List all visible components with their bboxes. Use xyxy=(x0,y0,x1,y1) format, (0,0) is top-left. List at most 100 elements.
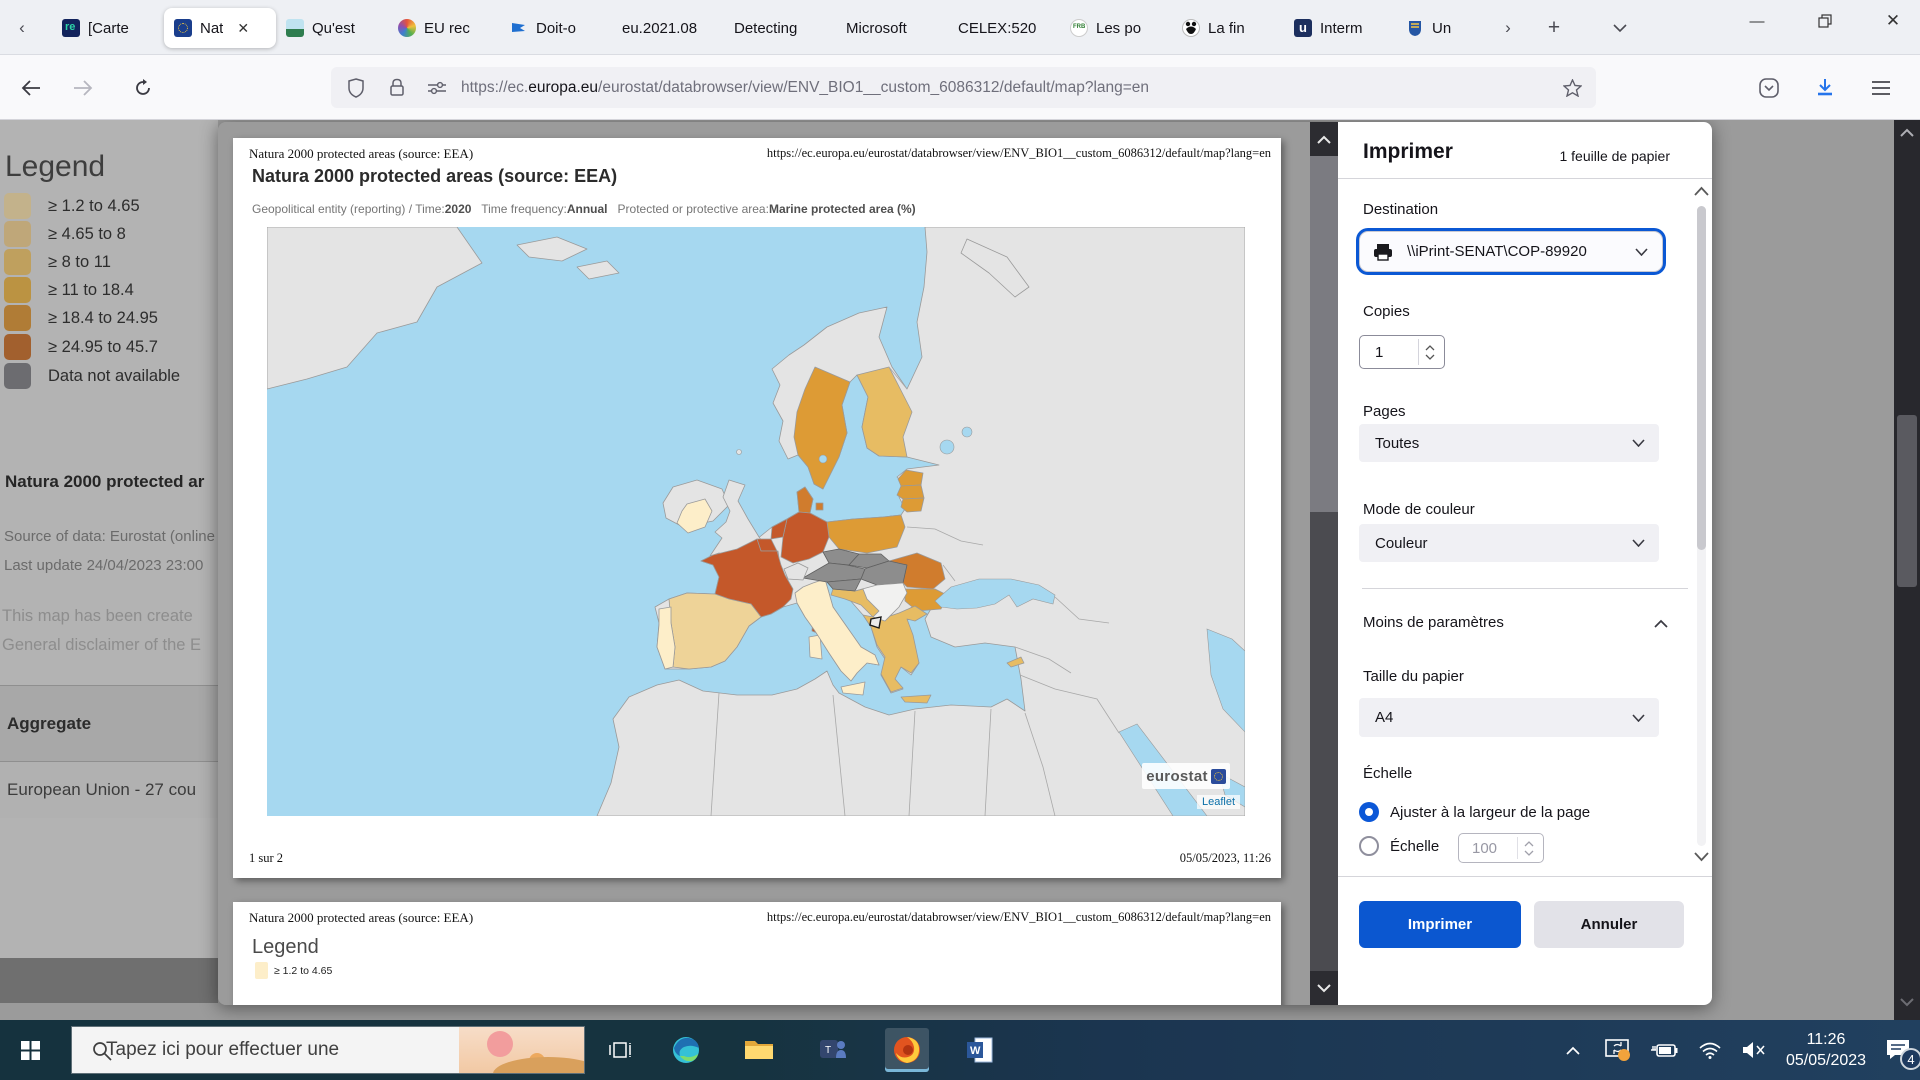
tab-un[interactable]: Un xyxy=(1396,8,1492,48)
paper-size-label: Taille du papier xyxy=(1363,668,1464,685)
taskbar-app-edge[interactable] xyxy=(664,1028,708,1072)
window-minimize-button[interactable]: — xyxy=(1734,0,1780,42)
taskbar-clock[interactable]: 11:26 05/05/2023 xyxy=(1776,1029,1876,1071)
window-restore-button[interactable] xyxy=(1802,0,1848,42)
scale-input[interactable]: 100 xyxy=(1458,833,1544,863)
copies-input[interactable]: 1 xyxy=(1359,335,1445,369)
page-last-update: Last update 24/04/2023 23:00 xyxy=(4,557,203,574)
cancel-button[interactable]: Annuler xyxy=(1534,901,1684,948)
taskbar-app-explorer[interactable] xyxy=(737,1028,781,1072)
menu-hamburger-icon[interactable] xyxy=(1864,71,1898,105)
tray-sync-icon[interactable] xyxy=(1598,1028,1638,1072)
chevron-down-icon xyxy=(1632,714,1645,722)
page-scrollbar-thumb[interactable] xyxy=(1897,415,1917,587)
settings-scroll-up-icon[interactable] xyxy=(1694,186,1709,196)
page-scrollbar[interactable] xyxy=(1894,120,1920,1020)
shield-icon[interactable] xyxy=(347,78,365,98)
favicon-flag xyxy=(510,19,528,37)
download-icon[interactable] xyxy=(1808,71,1842,105)
legend-swatch xyxy=(4,277,31,303)
tab-scroll-right-icon[interactable]: › xyxy=(1494,14,1522,42)
tab-natura-active[interactable]: Nat ✕ xyxy=(164,8,276,48)
svg-text:W: W xyxy=(970,1045,981,1057)
aggregate-row[interactable]: European Union - 27 cou xyxy=(0,762,218,818)
preview-scrollbar-thumb[interactable] xyxy=(1310,156,1338,512)
task-view-button[interactable] xyxy=(598,1028,642,1072)
taskbar-app-firefox[interactable] xyxy=(885,1028,929,1072)
settings-scrollbar-thumb[interactable] xyxy=(1697,206,1706,550)
print-button[interactable]: Imprimer xyxy=(1359,901,1521,948)
tab-interm[interactable]: u Interm xyxy=(1284,8,1396,48)
preview-scrollbar[interactable] xyxy=(1310,122,1338,1005)
scale-radio[interactable] xyxy=(1359,836,1379,856)
url-bar[interactable]: https://ec.europa.eu/eurostat/databrowse… xyxy=(331,67,1596,108)
bookmark-star-icon[interactable] xyxy=(1563,79,1582,97)
less-settings-button[interactable]: Moins de paramètres xyxy=(1363,614,1504,631)
page-scroll-up-icon[interactable] xyxy=(1900,128,1914,137)
page-scroll-down-icon[interactable] xyxy=(1900,998,1914,1007)
forward-icon[interactable] xyxy=(66,71,100,105)
tab-carte[interactable]: re [Carte xyxy=(52,8,162,48)
tab-quest[interactable]: Qu'est xyxy=(276,8,388,48)
chevron-up-icon[interactable] xyxy=(1654,619,1668,628)
tray-volume-muted-icon[interactable] xyxy=(1734,1028,1774,1072)
tab-eu2021[interactable]: eu.2021.08 xyxy=(612,8,724,48)
paper-size-value: A4 xyxy=(1375,709,1393,726)
lock-icon[interactable] xyxy=(389,78,405,97)
scale-stepper[interactable] xyxy=(1517,837,1539,859)
file-explorer-icon xyxy=(744,1038,774,1062)
aggregate-table: Aggregate European Union - 27 cou xyxy=(0,685,218,818)
tab-les-po[interactable]: FRB Les po xyxy=(1060,8,1172,48)
clock-date: 05/05/2023 xyxy=(1776,1050,1876,1071)
leaflet-attribution: Leaflet xyxy=(1197,795,1240,809)
tray-wifi-icon[interactable] xyxy=(1690,1028,1730,1072)
doc-meta: Geopolitical entity (reporting) / Time:2… xyxy=(252,202,916,216)
permissions-icon[interactable] xyxy=(427,81,447,95)
tab-celex[interactable]: CELEX:520 xyxy=(948,8,1060,48)
print-preview-modal: Natura 2000 protected areas (source: EEA… xyxy=(218,122,1712,1005)
settings-scroll-down-icon[interactable] xyxy=(1694,852,1709,862)
tab-microsoft[interactable]: Microsoft xyxy=(836,8,948,48)
new-tab-button[interactable]: + xyxy=(1540,14,1568,42)
tray-expand-chevron-icon[interactable] xyxy=(1556,1028,1590,1072)
legend-item: Data not available xyxy=(4,363,218,390)
tab-detecting[interactable]: Detecting xyxy=(724,8,836,48)
legend-swatch xyxy=(4,363,31,389)
navigation-toolbar: https://ec.europa.eu/eurostat/databrowse… xyxy=(0,55,1920,120)
window-close-button[interactable]: ✕ xyxy=(1870,0,1916,42)
copies-label: Copies xyxy=(1363,303,1410,320)
page-legend-title: Legend xyxy=(5,150,105,184)
doc-header-left: Natura 2000 protected areas (source: EEA… xyxy=(249,146,473,162)
windows-taskbar: Tapez ici pour effectuer une T W xyxy=(0,1020,1920,1080)
start-button[interactable] xyxy=(8,1028,52,1072)
tab-doit[interactable]: Doit-o xyxy=(500,8,612,48)
page2-legend-title: Legend xyxy=(252,936,319,959)
taskbar-app-word[interactable]: W xyxy=(958,1028,1002,1072)
action-center-button[interactable]: 4 xyxy=(1878,1028,1918,1072)
pages-select[interactable]: Toutes xyxy=(1359,424,1659,462)
destination-select[interactable]: \\iPrint-SENAT\COP-89920 xyxy=(1359,231,1663,272)
tab-la-fin[interactable]: La fin xyxy=(1172,8,1284,48)
color-mode-select[interactable]: Couleur xyxy=(1359,524,1659,562)
copies-stepper[interactable] xyxy=(1418,339,1440,365)
eu-flag-icon xyxy=(1211,769,1226,784)
preview-scroll-up-icon[interactable] xyxy=(1310,122,1338,156)
back-icon[interactable] xyxy=(14,71,48,105)
tab-scroll-left-icon[interactable]: ‹ xyxy=(8,14,36,42)
tab-eu-rec[interactable]: EU rec xyxy=(388,8,500,48)
page-note-2: General disclaimer of the E xyxy=(2,636,201,655)
tray-battery-icon[interactable] xyxy=(1644,1028,1684,1072)
tab-list-chevron-icon[interactable] xyxy=(1606,14,1634,42)
fit-width-radio[interactable] xyxy=(1359,802,1379,822)
tab-close-icon[interactable]: ✕ xyxy=(237,20,249,37)
favicon-panda xyxy=(1182,19,1200,37)
favicon-frb: FRB xyxy=(1070,19,1088,37)
preview-scroll-down-icon[interactable] xyxy=(1310,971,1338,1005)
paper-size-select[interactable]: A4 xyxy=(1359,698,1659,737)
pocket-icon[interactable] xyxy=(1752,71,1786,105)
reload-icon[interactable] xyxy=(126,71,160,105)
taskbar-search[interactable]: Tapez ici pour effectuer une xyxy=(71,1026,585,1074)
doc-footer-page: 1 sur 2 xyxy=(249,851,283,866)
legend-item: ≥ 18.4 to 24.95 xyxy=(4,305,218,332)
taskbar-app-teams[interactable]: T xyxy=(811,1028,855,1072)
